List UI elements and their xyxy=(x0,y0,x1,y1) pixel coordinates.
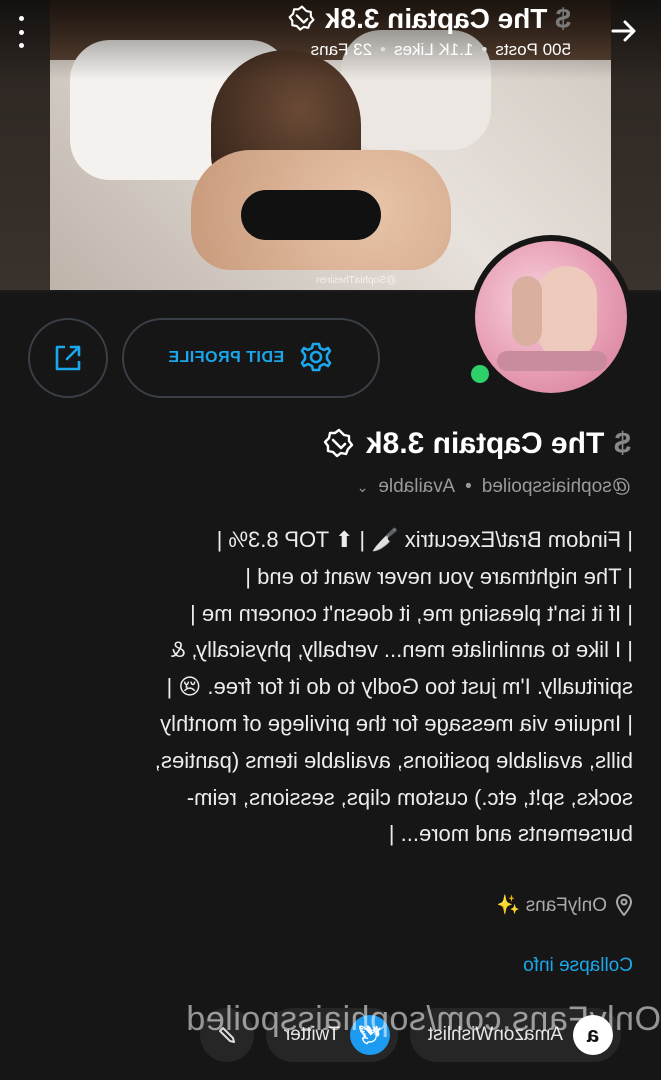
verified-icon xyxy=(323,428,354,458)
bio-line: bursements and more... | xyxy=(388,821,633,847)
verified-icon xyxy=(288,5,315,31)
chevron-down-icon[interactable]: ⌄ xyxy=(357,479,369,496)
dollar-icon: $ xyxy=(614,427,631,460)
bio-line: | Findom Brat/Executrix 🔪 | ⬆ TOP 8.3% | xyxy=(216,527,633,552)
bio-line: | Inquire via message for the privilege … xyxy=(160,710,633,736)
collapse-info-link[interactable]: Collapse info xyxy=(523,955,633,977)
availability-status[interactable]: Available xyxy=(378,476,455,498)
share-button[interactable] xyxy=(28,318,108,398)
bio-line: socks, sp!t, etc.) custom clips, session… xyxy=(186,784,633,810)
posts-count: 500 Posts xyxy=(495,40,571,59)
handle: @sophiaisspoiled xyxy=(481,476,631,497)
location-row: OnlyFans ✨ xyxy=(497,893,633,917)
header-stats: 500 Posts • 1.1K Likes • 23 Fans xyxy=(310,40,571,59)
bio-line: bills, available positions, available it… xyxy=(154,747,633,773)
avatar[interactable] xyxy=(467,235,633,399)
edit-profile-button[interactable]: EDIT PROFILE xyxy=(122,318,380,398)
online-status-dot xyxy=(467,361,493,387)
bio-text: | Findom Brat/Executrix 🔪 | ⬆ TOP 8.3% |… xyxy=(33,522,633,853)
bio-line: spiritually. I'm just too Godly to do it… xyxy=(166,674,633,700)
location-pin-icon xyxy=(615,894,633,916)
location-text: OnlyFans ✨ xyxy=(496,895,607,916)
profile-name-text: The Captain 3.8k xyxy=(365,427,605,460)
share-icon xyxy=(55,345,81,371)
header-title: $ The Captain 3.8k xyxy=(287,2,571,36)
gear-icon xyxy=(300,342,332,372)
profile-name: $ The Captain 3.8k xyxy=(322,420,631,468)
cover-watermark: @SophiaThesiren xyxy=(315,275,396,286)
bio-line: | If it isn't pleasing me, it doesn't co… xyxy=(190,600,633,626)
likes-count: 1.1K Likes xyxy=(394,40,474,59)
header-title-text: The Captain 3.8k xyxy=(324,3,548,34)
url-watermark: OnlyFans.com/sophiaisspoiled xyxy=(185,1000,661,1038)
back-arrow-icon[interactable] xyxy=(609,16,639,46)
bio-line: | I like to annihilate men... verbally, … xyxy=(170,637,633,663)
more-options-icon[interactable] xyxy=(16,16,28,48)
edit-profile-label: EDIT PROFILE xyxy=(167,349,285,366)
handle-row[interactable]: @sophiaisspoiled • Available ⌄ xyxy=(357,476,631,498)
dollar-icon: $ xyxy=(555,3,571,34)
fans-count: 23 Fans xyxy=(310,40,373,59)
bio-line: | The nightmare you never want to end | xyxy=(245,563,633,589)
